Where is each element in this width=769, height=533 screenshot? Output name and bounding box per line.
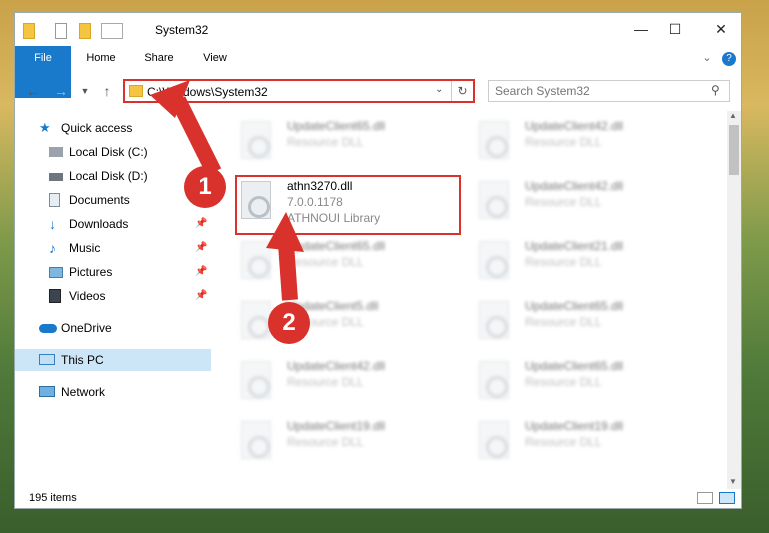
annotation-badge-2: 2 xyxy=(268,302,310,344)
annotation-badge-1: 1 xyxy=(184,166,226,208)
annotation-arrows xyxy=(150,80,304,301)
arrow-2-shaft xyxy=(278,243,298,301)
arrow-1-shaft xyxy=(170,96,222,176)
